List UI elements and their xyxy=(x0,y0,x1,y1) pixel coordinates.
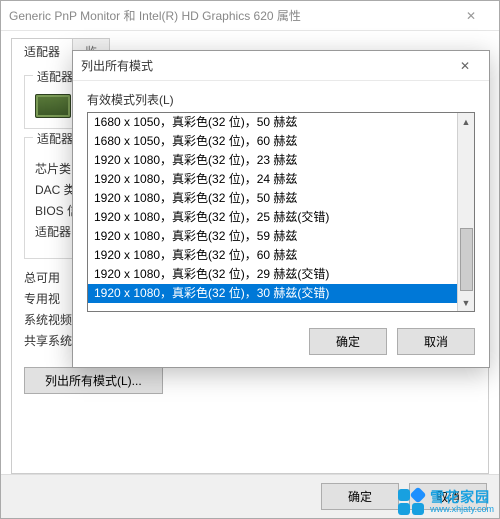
modal-body: 有效模式列表(L) 1680 x 1050，真彩色(32 位)，50 赫兹168… xyxy=(73,81,489,318)
modal-ok-button[interactable]: 确定 xyxy=(309,328,387,355)
close-icon: ✕ xyxy=(460,59,470,73)
mode-item[interactable]: 1680 x 1050，真彩色(32 位)，60 赫兹 xyxy=(88,132,457,151)
tab-adapter[interactable]: 适配器 xyxy=(11,38,73,65)
modes-listbox-wrap: 1680 x 1050，真彩色(32 位)，50 赫兹1680 x 1050，真… xyxy=(87,112,475,312)
modes-listbox[interactable]: 1680 x 1050，真彩色(32 位)，50 赫兹1680 x 1050，真… xyxy=(88,113,457,311)
scroll-up-button[interactable]: ▲ xyxy=(458,113,474,130)
list-modes-dialog: 列出所有模式 ✕ 有效模式列表(L) 1680 x 1050，真彩色(32 位)… xyxy=(72,50,490,368)
list-all-modes-button[interactable]: 列出所有模式(L)... xyxy=(24,367,163,394)
mode-item[interactable]: 1920 x 1080，真彩色(32 位)，23 赫兹 xyxy=(88,151,457,170)
modal-button-bar: 确定 取消 xyxy=(73,318,489,367)
modal-title: 列出所有模式 xyxy=(81,57,449,74)
parent-titlebar: Generic PnP Monitor 和 Intel(R) HD Graphi… xyxy=(1,1,499,31)
modal-cancel-button[interactable]: 取消 xyxy=(397,328,475,355)
mode-item[interactable]: 1680 x 1050，真彩色(32 位)，50 赫兹 xyxy=(88,113,457,132)
parent-ok-button[interactable]: 确定 xyxy=(321,483,399,510)
watermark-text: 雪花家园 www.xhjaty.com xyxy=(430,490,494,514)
mode-item[interactable]: 1920 x 1080，真彩色(32 位)，24 赫兹 xyxy=(88,170,457,189)
close-icon: ✕ xyxy=(466,9,476,23)
parent-close-button[interactable]: ✕ xyxy=(451,1,491,31)
mode-item[interactable]: 1920 x 1080，真彩色(32 位)，25 赫兹(交错) xyxy=(88,208,457,227)
mode-item[interactable]: 1920 x 1080，真彩色(32 位)，50 赫兹 xyxy=(88,189,457,208)
modal-titlebar: 列出所有模式 ✕ xyxy=(73,51,489,81)
scroll-down-button[interactable]: ▼ xyxy=(458,294,474,311)
adapter-chip-icon xyxy=(35,94,71,118)
mode-item[interactable]: 1920 x 1080，真彩色(32 位)，59 赫兹 xyxy=(88,227,457,246)
watermark: 雪花家园 www.xhjaty.com xyxy=(398,489,494,515)
listbox-scrollbar[interactable]: ▲ ▼ xyxy=(457,113,474,311)
scroll-thumb[interactable] xyxy=(460,228,473,290)
parent-title: Generic PnP Monitor 和 Intel(R) HD Graphi… xyxy=(9,7,451,24)
modes-list-label: 有效模式列表(L) xyxy=(87,91,475,108)
mode-item[interactable]: 1920 x 1080，真彩色(32 位)，30 赫兹(交错) xyxy=(88,284,457,303)
watermark-url: www.xhjaty.com xyxy=(430,505,494,514)
mode-item[interactable]: 1920 x 1080，真彩色(32 位)，29 赫兹(交错) xyxy=(88,265,457,284)
scroll-track[interactable] xyxy=(458,130,474,294)
mode-item[interactable]: 1920 x 1080，真彩色(32 位)，60 赫兹 xyxy=(88,246,457,265)
watermark-icon xyxy=(398,489,424,515)
modal-close-button[interactable]: ✕ xyxy=(449,52,481,80)
watermark-name: 雪花家园 xyxy=(430,490,494,505)
